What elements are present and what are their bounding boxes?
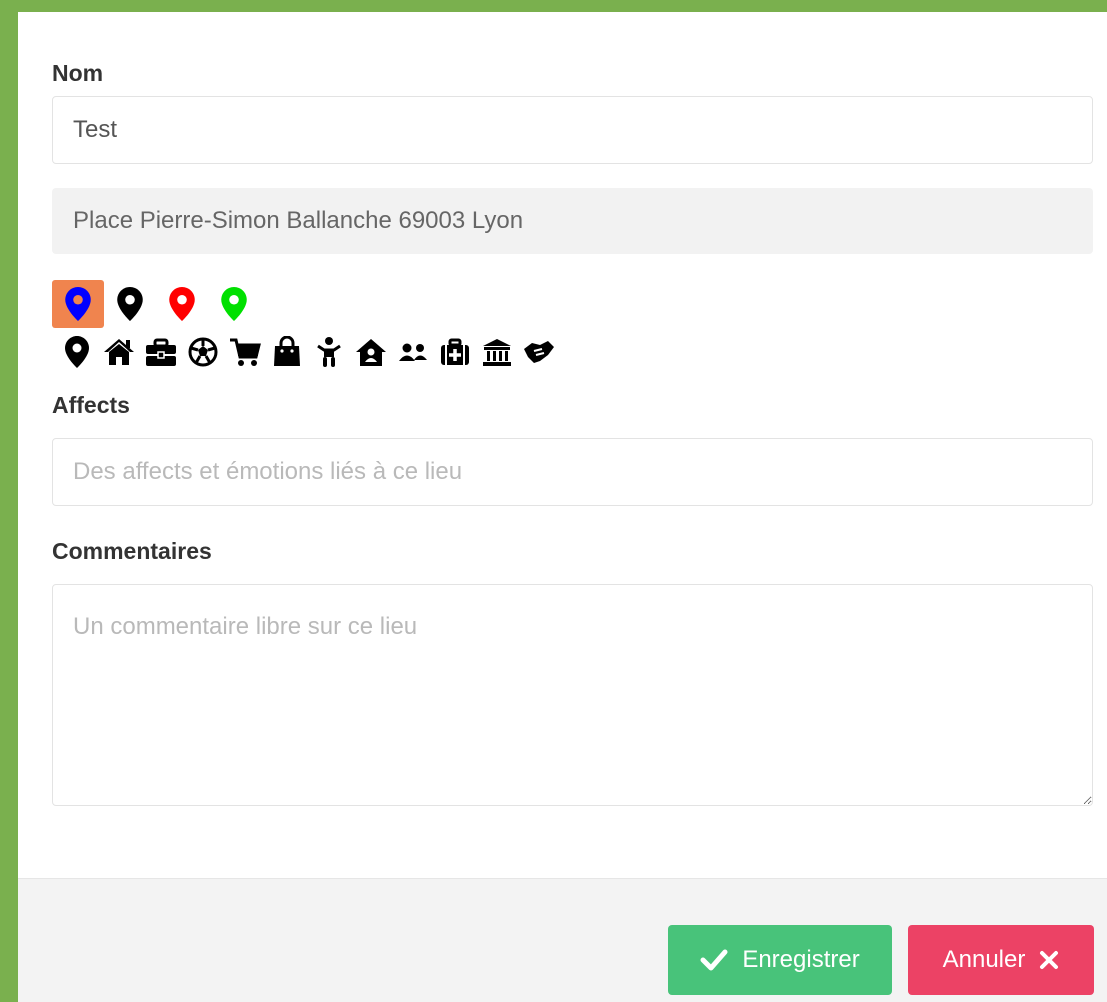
form-footer: Enregistrer Annuler bbox=[18, 878, 1107, 1002]
affects-input[interactable] bbox=[52, 438, 1093, 506]
color-option-black[interactable] bbox=[104, 280, 156, 328]
comments-label: Commentaires bbox=[52, 538, 212, 564]
map-pin-black-icon bbox=[117, 287, 143, 321]
marker-color-picker bbox=[52, 280, 260, 328]
users-icon[interactable] bbox=[394, 332, 432, 372]
map-pin-green-icon bbox=[221, 287, 247, 321]
cancel-button-label: Annuler bbox=[942, 946, 1026, 973]
check-icon bbox=[700, 949, 728, 971]
close-icon bbox=[1040, 951, 1059, 969]
comments-textarea[interactable] bbox=[52, 584, 1093, 806]
shopping-cart-icon[interactable] bbox=[226, 332, 264, 372]
map-marker-icon[interactable] bbox=[58, 332, 96, 372]
name-input[interactable] bbox=[52, 96, 1093, 164]
briefcase-icon[interactable] bbox=[142, 332, 180, 372]
save-button-label: Enregistrer bbox=[742, 946, 860, 973]
color-option-blue[interactable] bbox=[52, 280, 104, 328]
name-label: Nom bbox=[52, 60, 104, 86]
color-option-red[interactable] bbox=[156, 280, 208, 328]
house-user-icon[interactable] bbox=[352, 332, 390, 372]
child-icon[interactable] bbox=[310, 332, 348, 372]
soccer-ball-icon[interactable] bbox=[184, 332, 222, 372]
save-button[interactable]: Enregistrer bbox=[668, 925, 892, 995]
color-option-green[interactable] bbox=[208, 280, 260, 328]
home-icon[interactable] bbox=[100, 332, 138, 372]
medkit-icon[interactable] bbox=[436, 332, 474, 372]
map-pin-blue-icon bbox=[65, 287, 91, 321]
map-pin-red-icon bbox=[169, 287, 195, 321]
shopping-bag-icon[interactable] bbox=[268, 332, 306, 372]
university-icon[interactable] bbox=[478, 332, 516, 372]
place-form-panel: Nom Test Place Pierre-Simon Ballanche 69… bbox=[18, 12, 1107, 1002]
handshake-icon[interactable] bbox=[520, 332, 558, 372]
address-field bbox=[52, 188, 1093, 254]
marker-icon-picker bbox=[58, 332, 562, 372]
affects-label: Affects bbox=[52, 392, 130, 418]
cancel-button[interactable]: Annuler bbox=[908, 925, 1094, 995]
